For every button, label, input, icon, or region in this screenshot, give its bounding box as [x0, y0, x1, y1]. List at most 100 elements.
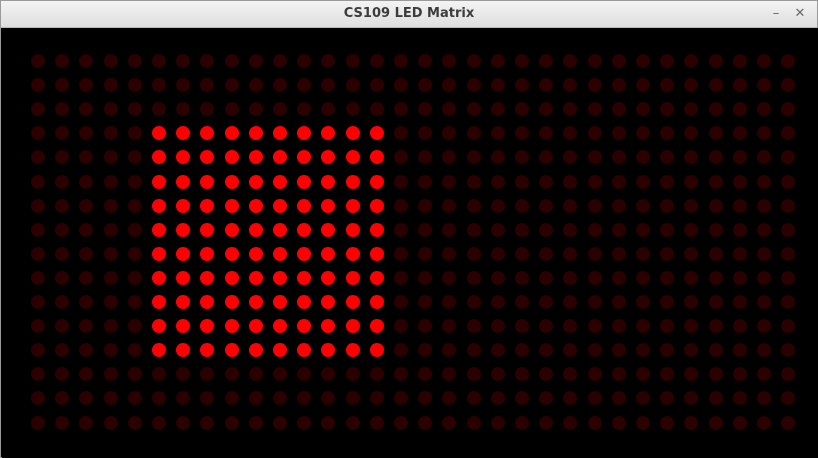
led-off [200, 415, 215, 430]
led-off [321, 415, 336, 430]
led-on [297, 174, 312, 189]
led-off [418, 78, 433, 93]
led-off [127, 174, 142, 189]
led-off [587, 222, 602, 237]
led-off [539, 174, 554, 189]
led-off [757, 415, 771, 430]
led-off [442, 78, 457, 93]
led-on [321, 126, 336, 141]
led-off [224, 54, 239, 68]
led-off [563, 174, 578, 189]
close-button[interactable]: ✕ [791, 5, 809, 23]
led-on [200, 343, 215, 358]
led-off [611, 319, 626, 334]
led-off [587, 198, 602, 213]
led-off [466, 126, 481, 141]
led-off [587, 78, 602, 93]
led-off [684, 102, 699, 117]
led-on [345, 222, 360, 237]
title-bar[interactable]: CS109 LED Matrix – ✕ [1, 1, 817, 28]
led-off [394, 222, 408, 237]
led-on [273, 222, 287, 237]
led-off [394, 150, 408, 165]
led-off [539, 246, 554, 261]
led-on [248, 198, 263, 213]
led-off [394, 295, 408, 309]
led-on [176, 343, 191, 358]
led-off [757, 174, 771, 189]
minimize-button[interactable]: – [767, 5, 785, 23]
led-off [781, 174, 796, 189]
led-off [103, 126, 118, 141]
led-off [563, 246, 578, 261]
led-on [297, 198, 312, 213]
app-window: CS109 LED Matrix – ✕ [0, 0, 818, 458]
led-off [176, 78, 191, 93]
led-off [611, 78, 626, 93]
led-off [757, 391, 771, 406]
led-off [611, 54, 626, 68]
led-off [660, 126, 675, 141]
led-on [369, 126, 384, 141]
led-off [515, 198, 529, 213]
led-off [684, 246, 699, 261]
led-off [636, 102, 650, 117]
led-off [31, 295, 45, 309]
led-off [636, 198, 650, 213]
led-off [732, 295, 747, 309]
led-on [321, 343, 336, 358]
led-off [781, 295, 796, 309]
led-off [660, 150, 675, 165]
led-off [660, 391, 675, 406]
led-off [732, 102, 747, 117]
led-off [31, 319, 45, 334]
led-off [611, 270, 626, 285]
led-on [248, 174, 263, 189]
led-off [55, 319, 70, 334]
led-off [297, 415, 312, 430]
led-on [224, 198, 239, 213]
led-off [708, 54, 723, 68]
led-off [732, 174, 747, 189]
led-off [636, 270, 650, 285]
led-on [224, 246, 239, 261]
led-off [708, 222, 723, 237]
led-off [345, 54, 360, 68]
led-off [490, 246, 505, 261]
led-on [321, 295, 336, 309]
led-on [200, 222, 215, 237]
led-off [369, 54, 384, 68]
led-off [732, 54, 747, 68]
led-off [611, 198, 626, 213]
led-off [418, 367, 433, 382]
led-off [55, 295, 70, 309]
led-off [515, 126, 529, 141]
led-off [55, 198, 70, 213]
led-off [79, 367, 94, 382]
led-off [31, 367, 45, 382]
led-on [224, 270, 239, 285]
led-off [490, 343, 505, 358]
led-off [79, 391, 94, 406]
led-on [273, 174, 287, 189]
led-off [732, 270, 747, 285]
led-off [31, 54, 45, 68]
led-off [587, 343, 602, 358]
led-off [732, 126, 747, 141]
led-off [248, 78, 263, 93]
led-on [200, 295, 215, 309]
led-off [611, 222, 626, 237]
led-on [152, 126, 166, 141]
led-off [31, 246, 45, 261]
led-off [369, 415, 384, 430]
led-off [539, 367, 554, 382]
window-title: CS109 LED Matrix [343, 6, 475, 21]
led-off [515, 150, 529, 165]
led-off [127, 270, 142, 285]
led-off [636, 295, 650, 309]
led-off [684, 367, 699, 382]
led-on [369, 198, 384, 213]
led-off [515, 174, 529, 189]
led-on [297, 319, 312, 334]
led-off [781, 198, 796, 213]
